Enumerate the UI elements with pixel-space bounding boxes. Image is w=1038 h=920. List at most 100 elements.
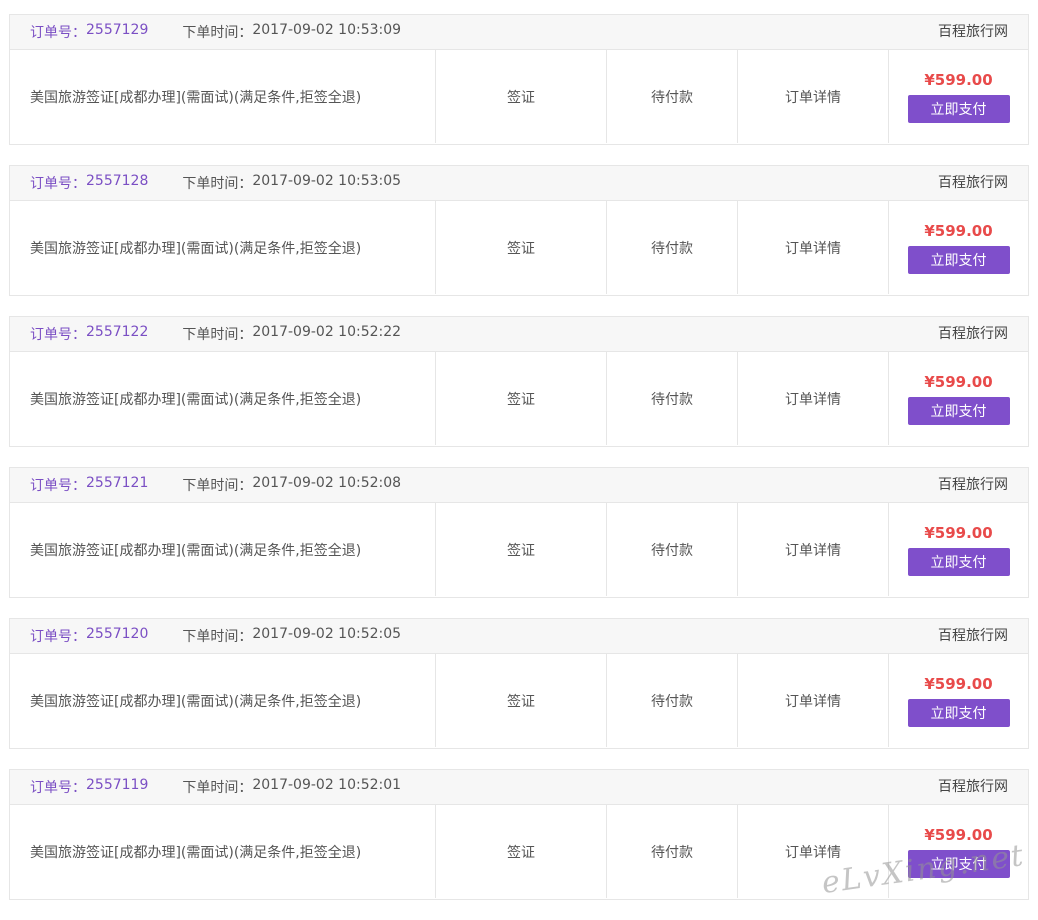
pay-now-button[interactable]: 立即支付 xyxy=(907,396,1010,425)
order-time: 下单时间： 2017-09-02 10:52:08 xyxy=(182,475,401,495)
order-number: 订单号： 2557121 xyxy=(30,475,148,495)
order-number-label: 订单号： xyxy=(30,327,86,343)
order-number-value: 2557122 xyxy=(86,324,149,340)
order-number-value: 2557121 xyxy=(86,475,149,491)
order-number-value: 2557119 xyxy=(86,777,149,793)
order-number-label: 订单号： xyxy=(30,25,86,41)
order-time-value: 2017-09-02 10:53:05 xyxy=(252,173,402,189)
order-body: 美国旅游签证[成都办理](需面试)(满足条件,拒签全退) 签证 待付款 订单详情… xyxy=(10,805,1028,898)
order-detail-link[interactable]: 订单详情 xyxy=(738,805,889,898)
order-time-value: 2017-09-02 10:53:09 xyxy=(252,22,402,38)
order-number-value: 2557129 xyxy=(86,22,149,38)
payment-cell: ¥599.00 立即支付 xyxy=(889,503,1028,596)
order-price: ¥599.00 xyxy=(924,372,993,391)
order-list: 订单号： 2557129 下单时间： 2017-09-02 10:53:09 百程旅… xyxy=(9,14,1029,920)
order-detail-link[interactable]: 订单详情 xyxy=(738,352,889,445)
pay-now-button[interactable]: 立即支付 xyxy=(907,849,1010,878)
order-card: 订单号： 2557119 下单时间： 2017-09-02 10:52:01 百程旅… xyxy=(9,769,1029,900)
pay-now-button[interactable]: 立即支付 xyxy=(907,94,1010,123)
pay-now-button[interactable]: 立即支付 xyxy=(907,698,1010,727)
pay-now-button[interactable]: 立即支付 xyxy=(907,547,1010,576)
order-status: 待付款 xyxy=(607,503,738,596)
order-time-label: 下单时间： xyxy=(182,780,253,796)
order-time-value: 2017-09-02 10:52:01 xyxy=(252,777,402,793)
order-detail-link[interactable]: 订单详情 xyxy=(738,503,889,596)
order-number-label: 订单号： xyxy=(30,176,86,192)
payment-cell: ¥599.00 立即支付 xyxy=(889,654,1028,747)
order-number-value: 2557120 xyxy=(86,626,149,642)
supplier-name: 百程旅行网 xyxy=(938,477,1008,493)
supplier-name: 百程旅行网 xyxy=(938,628,1008,644)
order-number: 订单号： 2557122 xyxy=(30,324,148,344)
product-type: 签证 xyxy=(436,805,607,898)
order-header: 订单号： 2557121 下单时间： 2017-09-02 10:52:08 百程旅… xyxy=(10,468,1028,503)
payment-cell: ¥599.00 立即支付 xyxy=(889,201,1028,294)
order-time-label: 下单时间： xyxy=(182,629,253,645)
product-type: 签证 xyxy=(436,50,607,143)
order-header: 订单号： 2557122 下单时间： 2017-09-02 10:52:22 百程旅… xyxy=(10,317,1028,352)
order-time-value: 2017-09-02 10:52:22 xyxy=(252,324,402,340)
order-number-label: 订单号： xyxy=(30,478,86,494)
order-number-value: 2557128 xyxy=(86,173,149,189)
order-price: ¥599.00 xyxy=(924,674,993,693)
order-time-label: 下单时间： xyxy=(182,176,253,192)
order-time: 下单时间： 2017-09-02 10:53:05 xyxy=(182,173,401,193)
order-number: 订单号： 2557120 xyxy=(30,626,148,646)
order-header: 订单号： 2557129 下单时间： 2017-09-02 10:53:09 百程旅… xyxy=(10,15,1028,50)
order-price: ¥599.00 xyxy=(924,70,993,89)
product-type: 签证 xyxy=(436,352,607,445)
order-price: ¥599.00 xyxy=(924,221,993,240)
order-detail-link[interactable]: 订单详情 xyxy=(738,201,889,294)
supplier-name: 百程旅行网 xyxy=(938,175,1008,191)
order-number: 订单号： 2557129 xyxy=(30,22,148,42)
order-time: 下单时间： 2017-09-02 10:53:09 xyxy=(182,22,401,42)
order-card: 订单号： 2557120 下单时间： 2017-09-02 10:52:05 百程旅… xyxy=(9,618,1029,749)
order-time-value: 2017-09-02 10:52:05 xyxy=(252,626,402,642)
order-time: 下单时间： 2017-09-02 10:52:22 xyxy=(182,324,401,344)
order-body: 美国旅游签证[成都办理](需面试)(满足条件,拒签全退) 签证 待付款 订单详情… xyxy=(10,50,1028,143)
order-status: 待付款 xyxy=(607,201,738,294)
order-status: 待付款 xyxy=(607,50,738,143)
order-body: 美国旅游签证[成都办理](需面试)(满足条件,拒签全退) 签证 待付款 订单详情… xyxy=(10,352,1028,445)
supplier-name: 百程旅行网 xyxy=(938,326,1008,342)
order-time: 下单时间： 2017-09-02 10:52:01 xyxy=(182,777,401,797)
order-header: 订单号： 2557119 下单时间： 2017-09-02 10:52:01 百程旅… xyxy=(10,770,1028,805)
order-time-label: 下单时间： xyxy=(182,478,253,494)
order-header: 订单号： 2557128 下单时间： 2017-09-02 10:53:05 百程旅… xyxy=(10,166,1028,201)
product-title[interactable]: 美国旅游签证[成都办理](需面试)(满足条件,拒签全退) xyxy=(10,201,436,294)
order-number: 订单号： 2557119 xyxy=(30,777,148,797)
order-number-label: 订单号： xyxy=(30,629,86,645)
order-time-label: 下单时间： xyxy=(182,327,253,343)
product-title[interactable]: 美国旅游签证[成都办理](需面试)(满足条件,拒签全退) xyxy=(10,654,436,747)
order-card: 订单号： 2557122 下单时间： 2017-09-02 10:52:22 百程旅… xyxy=(9,316,1029,447)
product-title[interactable]: 美国旅游签证[成都办理](需面试)(满足条件,拒签全退) xyxy=(10,50,436,143)
order-card: 订单号： 2557128 下单时间： 2017-09-02 10:53:05 百程旅… xyxy=(9,165,1029,296)
order-number-label: 订单号： xyxy=(30,780,86,796)
order-status: 待付款 xyxy=(607,352,738,445)
order-body: 美国旅游签证[成都办理](需面试)(满足条件,拒签全退) 签证 待付款 订单详情… xyxy=(10,503,1028,596)
order-detail-link[interactable]: 订单详情 xyxy=(738,654,889,747)
order-card: 订单号： 2557129 下单时间： 2017-09-02 10:53:09 百程旅… xyxy=(9,14,1029,145)
product-title[interactable]: 美国旅游签证[成都办理](需面试)(满足条件,拒签全退) xyxy=(10,805,436,898)
product-type: 签证 xyxy=(436,503,607,596)
product-type: 签证 xyxy=(436,654,607,747)
order-card: 订单号： 2557121 下单时间： 2017-09-02 10:52:08 百程旅… xyxy=(9,467,1029,598)
order-body: 美国旅游签证[成都办理](需面试)(满足条件,拒签全退) 签证 待付款 订单详情… xyxy=(10,201,1028,294)
order-time-value: 2017-09-02 10:52:08 xyxy=(252,475,402,491)
product-title[interactable]: 美国旅游签证[成都办理](需面试)(满足条件,拒签全退) xyxy=(10,503,436,596)
pay-now-button[interactable]: 立即支付 xyxy=(907,245,1010,274)
order-body: 美国旅游签证[成都办理](需面试)(满足条件,拒签全退) 签证 待付款 订单详情… xyxy=(10,654,1028,747)
order-time: 下单时间： 2017-09-02 10:52:05 xyxy=(182,626,401,646)
supplier-name: 百程旅行网 xyxy=(938,779,1008,795)
payment-cell: ¥599.00 立即支付 xyxy=(889,50,1028,143)
order-price: ¥599.00 xyxy=(924,825,993,844)
product-title[interactable]: 美国旅游签证[成都办理](需面试)(满足条件,拒签全退) xyxy=(10,352,436,445)
order-status: 待付款 xyxy=(607,805,738,898)
order-status: 待付款 xyxy=(607,654,738,747)
product-type: 签证 xyxy=(436,201,607,294)
order-price: ¥599.00 xyxy=(924,523,993,542)
payment-cell: ¥599.00 立即支付 xyxy=(889,352,1028,445)
order-detail-link[interactable]: 订单详情 xyxy=(738,50,889,143)
order-number: 订单号： 2557128 xyxy=(30,173,148,193)
order-time-label: 下单时间： xyxy=(182,25,253,41)
